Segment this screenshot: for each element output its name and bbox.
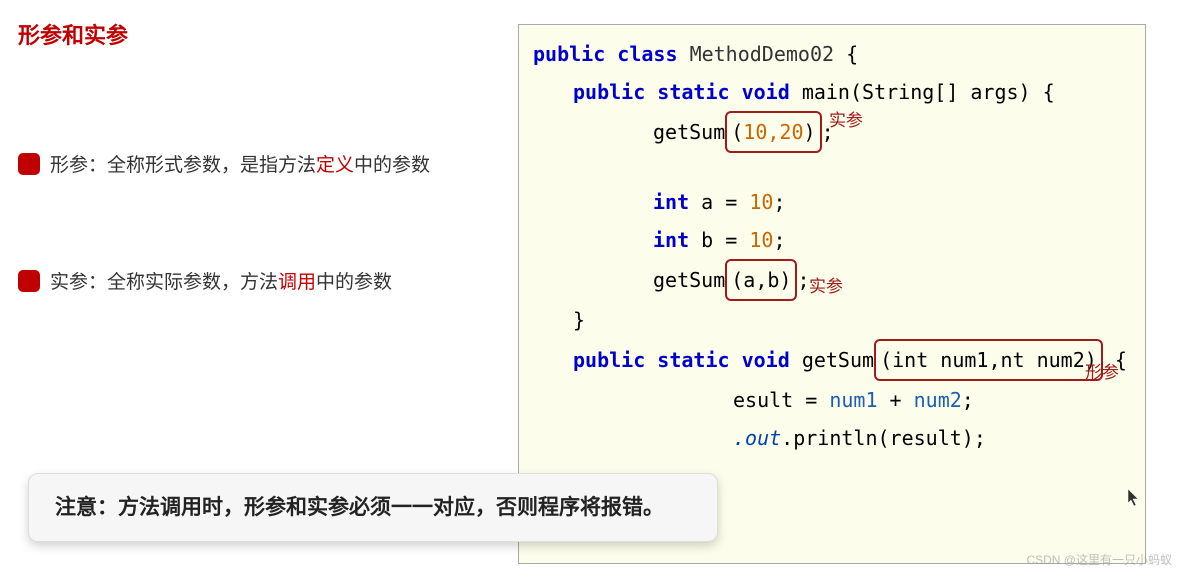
bullet-text-xingcan: 形参：全称形式参数，是指方法定义中的参数	[50, 150, 430, 177]
page-title: 形参和实参	[18, 18, 510, 50]
annotation-shican-1: 实参	[829, 105, 863, 137]
params: int num1,nt num2	[892, 348, 1085, 372]
blank-line	[533, 153, 1131, 183]
var-args: a,b	[743, 268, 779, 292]
paren-open: (	[880, 348, 892, 372]
kw-int: int	[653, 190, 689, 214]
class-name: MethodDemo02	[690, 42, 835, 66]
paren-open: (	[731, 268, 743, 292]
xingcan-prefix: 形参：全称形式参数，是指方法	[50, 155, 316, 176]
eq: =	[725, 228, 737, 252]
code-line-int-b: int b = 10;	[533, 221, 1131, 259]
call-getsum: getSum	[653, 120, 725, 144]
watermark: CSDN @这里有一只小蚂蚁	[1026, 551, 1172, 568]
method-main: main	[802, 80, 850, 104]
kw-int: int	[653, 228, 689, 252]
code-line-result: esult = num1 + num2;	[533, 381, 1131, 419]
literal-args: 10,20	[743, 120, 803, 144]
paren-close: )	[779, 268, 791, 292]
val-10: 10	[749, 190, 773, 214]
var-a: a	[701, 190, 713, 214]
kw-static: static	[657, 348, 729, 372]
result-frag: esult =	[733, 388, 829, 412]
paren-open: (	[731, 120, 743, 144]
brace-open: {	[1043, 80, 1055, 104]
bullet-xingcan: 形参：全称形式参数，是指方法定义中的参数	[18, 150, 510, 177]
kw-public: public	[573, 80, 645, 104]
semicolon: ;	[773, 228, 785, 252]
cursor-icon	[1128, 489, 1140, 510]
eq: =	[725, 190, 737, 214]
kw-public: public	[573, 348, 645, 372]
num2: num2	[914, 388, 962, 412]
kw-void: void	[742, 348, 790, 372]
var-b: b	[701, 228, 713, 252]
shican-prefix: 实参：全称实际参数，方法	[50, 272, 278, 293]
semicolon: ;	[773, 190, 785, 214]
annotation-xingcan: 形参	[1085, 357, 1119, 389]
params-box: (int num1,nt num2)	[874, 339, 1103, 381]
args-vars-box: (a,b)	[725, 259, 797, 301]
semicolon: ;	[797, 268, 809, 292]
main-args: (String[] args)	[850, 80, 1031, 104]
kw-class: class	[617, 42, 677, 66]
call-getsum: getSum	[653, 268, 725, 292]
xingcan-suffix: 中的参数	[354, 155, 430, 176]
args-literal-box: (10,20)	[725, 111, 821, 153]
left-panel: 形参和实参 形参：全称形式参数，是指方法定义中的参数 实参：全称实际参数，方法调…	[0, 0, 510, 384]
code-main-close: }	[533, 301, 1131, 339]
kw-static: static	[657, 80, 729, 104]
xingcan-highlight: 定义	[316, 155, 354, 176]
paren-close: )	[804, 120, 816, 144]
code-line-getsum-def: public static void getSum(int num1,nt nu…	[533, 339, 1131, 381]
shican-suffix: 中的参数	[316, 272, 392, 293]
kw-public: public	[533, 42, 605, 66]
plus: +	[878, 388, 914, 412]
val-10: 10	[749, 228, 773, 252]
brace-open: {	[846, 42, 858, 66]
callout-note: 注意：方法调用时，形参和实参必须一一对应，否则程序将报错。	[28, 473, 718, 543]
bullet-icon	[18, 153, 40, 175]
println: .println(result);	[781, 426, 986, 450]
code-line-1: public class MethodDemo02 {	[533, 35, 1131, 73]
semicolon: ;	[962, 388, 974, 412]
sys-out: .out	[733, 426, 781, 450]
shican-highlight: 调用	[278, 272, 316, 293]
code-line-int-a: int a = 10;	[533, 183, 1131, 221]
bullet-shican: 实参：全称实际参数，方法调用中的参数	[18, 267, 510, 294]
code-line-println: .out.println(result);	[533, 419, 1131, 457]
bullet-icon	[18, 270, 40, 292]
num1: num1	[829, 388, 877, 412]
annotation-shican-2: 实参	[809, 271, 843, 303]
bullet-text-shican: 实参：全称实际参数，方法调用中的参数	[50, 267, 392, 294]
method-getsum: getSum	[802, 348, 874, 372]
kw-void: void	[742, 80, 790, 104]
brace-close: }	[573, 308, 585, 332]
